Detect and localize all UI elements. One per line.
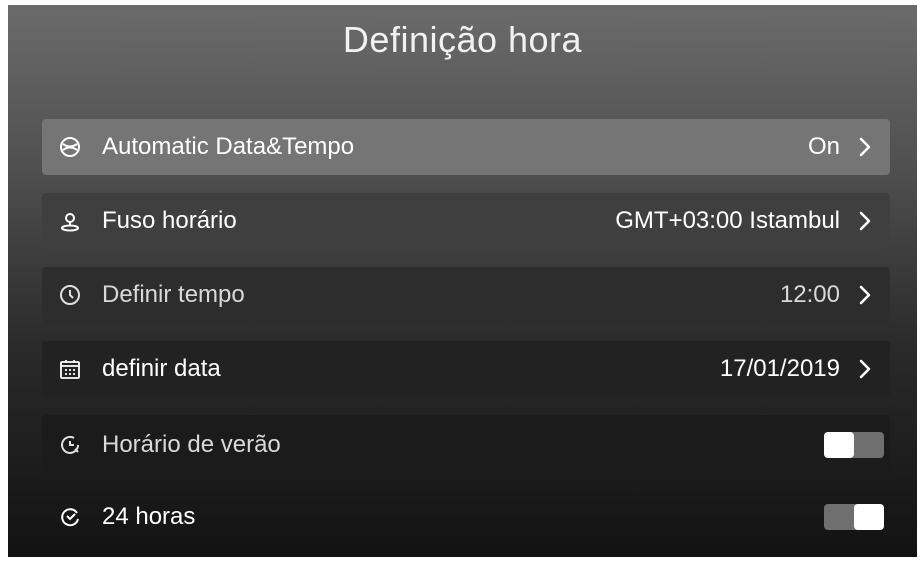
chevron-right-icon — [854, 136, 876, 158]
location-pin-icon — [58, 209, 82, 233]
daylight-saving-toggle[interactable] — [824, 432, 884, 458]
auto-time-icon — [58, 135, 82, 159]
setting-set-date[interactable]: definir data 17/01/2019 — [42, 341, 890, 397]
toggle-knob — [824, 432, 854, 458]
page-title: Definição hora — [342, 19, 583, 60]
clock-icon — [58, 283, 82, 307]
dst-clock-icon — [58, 433, 82, 457]
setting-label: Definir tempo — [102, 281, 245, 308]
setting-24-hour[interactable]: 24 horas — [42, 489, 890, 545]
clock-24h-icon — [58, 505, 82, 529]
setting-label: Automatic Data&Tempo — [102, 133, 355, 160]
setting-time-zone[interactable]: Fuso horário GMT+03:00 Istambul — [42, 193, 890, 249]
time-settings-screen: Definição hora Automatic Data&Tempo On F… — [8, 5, 917, 557]
chevron-right-icon — [854, 284, 876, 306]
setting-label: Horário de verão — [102, 431, 281, 458]
calendar-icon — [58, 357, 82, 381]
chevron-right-icon — [854, 210, 876, 232]
toggle-knob — [854, 504, 884, 530]
chevron-right-icon — [854, 358, 876, 380]
setting-value: 12:00 — [779, 281, 840, 308]
settings-list: Automatic Data&Tempo On Fuso horário GMT… — [42, 119, 890, 557]
setting-daylight-saving[interactable]: Horário de verão — [42, 415, 890, 475]
setting-value: GMT+03:00 Istambul — [615, 207, 840, 234]
setting-value: On — [807, 133, 840, 160]
setting-label: Fuso horário — [102, 207, 237, 234]
setting-value: 17/01/2019 — [719, 355, 840, 382]
setting-set-time[interactable]: Definir tempo 12:00 — [42, 267, 890, 323]
setting-automatic-date-time[interactable]: Automatic Data&Tempo On — [42, 119, 890, 175]
setting-label: 24 horas — [102, 503, 196, 530]
setting-label: definir data — [102, 355, 221, 382]
24-hour-toggle[interactable] — [824, 504, 884, 530]
